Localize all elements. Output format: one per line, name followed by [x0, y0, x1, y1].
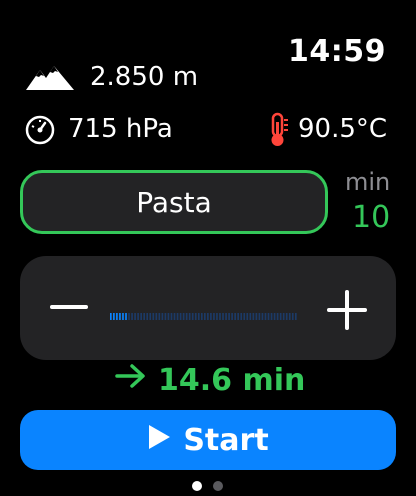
- gauge-icon: [24, 114, 56, 150]
- minus-icon: [50, 305, 90, 336]
- page-dot-active: [192, 481, 202, 491]
- level-segment: [140, 313, 142, 320]
- level-segment: [273, 313, 276, 320]
- level-segment: [200, 313, 203, 320]
- level-segment-filled: [113, 313, 115, 320]
- level-segment: [194, 313, 197, 320]
- level-segment: [207, 313, 209, 320]
- level-segment: [249, 313, 252, 320]
- level-segment: [149, 313, 152, 320]
- level-segment-filled: [122, 313, 124, 320]
- level-segment: [282, 313, 285, 320]
- level-segment: [288, 313, 291, 320]
- level-segment: [146, 313, 149, 320]
- level-segment: [252, 313, 255, 320]
- base-time-value: 10: [352, 200, 391, 235]
- level-segment: [197, 313, 200, 320]
- increase-button[interactable]: [324, 280, 370, 336]
- level-segment: [176, 313, 179, 320]
- pressure-value: 715 hPa: [68, 114, 173, 144]
- play-icon: [147, 423, 171, 458]
- level-segment: [191, 313, 194, 320]
- adjusted-time-value: 14.6 min: [158, 362, 306, 398]
- food-select-button[interactable]: Pasta: [20, 170, 328, 234]
- level-segment: [270, 313, 273, 320]
- level-segment: [279, 313, 282, 320]
- level-segment: [128, 313, 130, 320]
- level-segment: [137, 313, 139, 320]
- level-segment: [261, 313, 264, 320]
- level-segment: [258, 313, 261, 320]
- arrow-right-icon: [114, 362, 148, 398]
- level-segment: [204, 313, 206, 320]
- level-segment: [246, 313, 249, 320]
- level-segment: [182, 313, 185, 320]
- level-segment: [255, 313, 258, 320]
- level-segment: [158, 313, 161, 320]
- level-track[interactable]: [110, 305, 298, 320]
- adjusted-time: 14.6 min: [114, 362, 305, 398]
- start-button[interactable]: Start: [20, 410, 396, 470]
- level-segment: [152, 313, 155, 320]
- food-label: Pasta: [136, 185, 212, 219]
- page-dot: [213, 481, 223, 491]
- level-segment: [170, 313, 173, 320]
- clock-time: 14:59: [288, 34, 386, 69]
- level-segment: [267, 313, 270, 320]
- level-segment: [276, 313, 279, 320]
- level-segment: [243, 313, 246, 320]
- level-segment: [294, 313, 297, 320]
- level-segment-filled: [110, 313, 112, 320]
- level-segment: [213, 313, 215, 320]
- level-segment: [228, 313, 230, 320]
- level-segment: [216, 313, 218, 320]
- level-segment: [155, 313, 158, 320]
- level-segment: [291, 313, 294, 320]
- level-segment: [164, 313, 167, 320]
- level-segment: [167, 313, 170, 320]
- level-segment: [264, 313, 267, 320]
- level-segment: [225, 313, 227, 320]
- level-segment: [134, 313, 136, 320]
- level-segment: [185, 313, 188, 320]
- decrease-button[interactable]: [50, 282, 90, 332]
- level-segment: [179, 313, 182, 320]
- level-segment: [161, 313, 164, 320]
- level-segment: [231, 313, 233, 320]
- level-segment: [234, 313, 236, 320]
- start-button-label: Start: [183, 422, 269, 458]
- level-segment-filled: [125, 313, 127, 320]
- level-segment: [237, 313, 240, 320]
- level-segment: [188, 313, 191, 320]
- level-segment: [131, 313, 133, 320]
- base-time-unit: min: [345, 168, 391, 196]
- level-segment: [219, 313, 221, 320]
- altitude-value: 2.850 m: [90, 62, 199, 92]
- level-segment: [285, 313, 288, 320]
- level-segment: [173, 313, 176, 320]
- level-segment-filled: [116, 313, 118, 320]
- level-segment: [222, 313, 224, 320]
- mountain-icon: [24, 62, 76, 96]
- level-segment-filled: [119, 313, 121, 320]
- thermometer-icon: [266, 112, 290, 152]
- level-segment: [240, 313, 243, 320]
- level-segment: [210, 313, 212, 320]
- plus-icon: [324, 290, 370, 340]
- temperature-value: 90.5°C: [298, 114, 388, 144]
- level-segment: [143, 313, 146, 320]
